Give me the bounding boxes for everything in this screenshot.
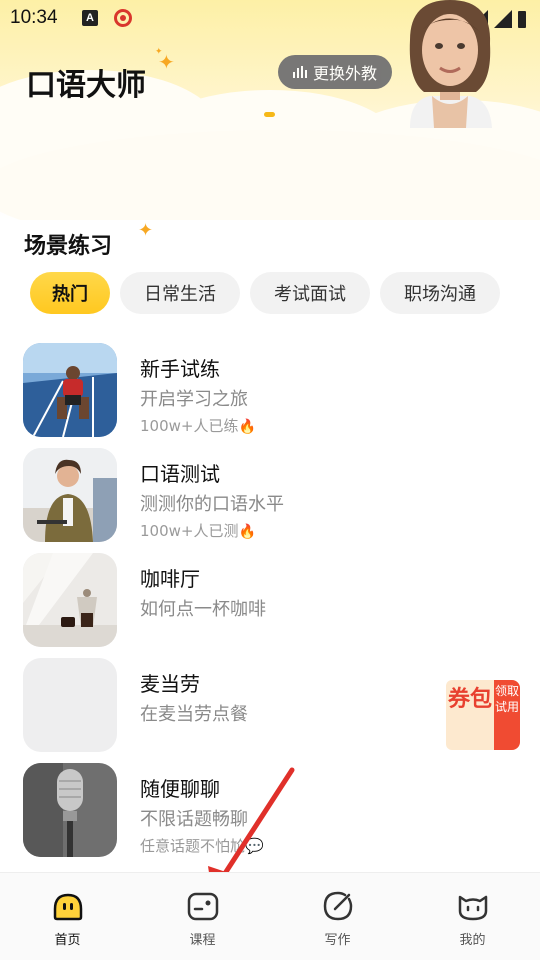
tab-workplace[interactable]: 职场沟通 bbox=[380, 272, 500, 314]
sparkle-icon: ✦ bbox=[138, 220, 154, 241]
chat-bubble-icon: 💬 bbox=[245, 837, 264, 855]
nav-home[interactable]: 首页 bbox=[0, 873, 135, 960]
switch-teacher-label: 更换外教 bbox=[312, 64, 377, 83]
nav-course-label: 课程 bbox=[189, 933, 216, 948]
tab-hot[interactable]: 热门 bbox=[30, 272, 110, 314]
scene-meta: 任意话题不怕尬💬 bbox=[140, 835, 264, 856]
status-time: 10:34 bbox=[10, 7, 58, 28]
scene-thumbnail bbox=[23, 658, 117, 752]
nav-course[interactable]: 课程 bbox=[135, 873, 270, 960]
scene-title: 麦当劳 bbox=[140, 672, 200, 696]
scene-thumbnail bbox=[23, 763, 117, 857]
scene-subtitle: 不限话题畅聊 bbox=[140, 809, 248, 830]
scene-title: 口语测试 bbox=[140, 462, 220, 486]
scene-title: 随便聊聊 bbox=[140, 777, 220, 801]
category-tabs: 热门 日常生活 考试面试 职场沟通 bbox=[30, 272, 517, 316]
list-item[interactable]: 随便聊聊 不限话题畅聊 任意话题不怕尬💬 bbox=[0, 763, 540, 859]
home-face-icon bbox=[53, 893, 82, 921]
bottom-nav: 首页 课程 写作 我的 bbox=[0, 872, 540, 960]
teacher-avatar[interactable] bbox=[370, 0, 530, 130]
scene-thumbnail bbox=[23, 448, 117, 542]
course-icon bbox=[187, 892, 218, 921]
flame-icon: 🔥 bbox=[238, 524, 256, 540]
audio-bars-icon bbox=[292, 66, 307, 78]
scene-thumbnail bbox=[23, 343, 117, 437]
flame-icon: 🔥 bbox=[238, 419, 256, 435]
scene-thumbnail bbox=[23, 553, 117, 647]
scene-meta-text: 100w+人已练 bbox=[140, 417, 239, 435]
cat-profile-icon bbox=[458, 895, 487, 921]
nav-home-label: 首页 bbox=[54, 933, 81, 948]
scene-meta-text: 任意话题不怕尬 bbox=[140, 837, 246, 855]
section-title: 场景练习 bbox=[24, 234, 113, 259]
scene-meta-text: 100w+人已测 bbox=[140, 522, 239, 540]
scene-title: 咖啡厅 bbox=[140, 567, 200, 591]
scene-subtitle: 开启学习之旅 bbox=[140, 389, 248, 410]
scene-subtitle: 测测你的口语水平 bbox=[140, 494, 284, 515]
writing-icon bbox=[323, 891, 352, 921]
coupon-badge[interactable]: 券包 领取试用 bbox=[446, 680, 522, 750]
scene-meta: 100w+人已练🔥 bbox=[140, 415, 256, 436]
list-item[interactable]: 咖啡厅 如何点一杯咖啡 bbox=[0, 553, 540, 649]
coupon-claim-label: 领取试用 bbox=[494, 680, 520, 750]
scene-subtitle: 如何点一杯咖啡 bbox=[140, 599, 266, 620]
record-icon bbox=[114, 9, 132, 27]
tab-daily-life[interactable]: 日常生活 bbox=[120, 272, 240, 314]
nav-mine-label: 我的 bbox=[459, 933, 486, 948]
coupon-label: 券包 bbox=[446, 680, 494, 750]
sparkle-icon: ✦ bbox=[155, 47, 163, 57]
tab-exam-interview[interactable]: 考试面试 bbox=[250, 272, 370, 314]
nav-writing-label: 写作 bbox=[324, 933, 351, 948]
scene-title: 新手试练 bbox=[140, 357, 220, 381]
accessibility-icon: A bbox=[82, 10, 98, 26]
list-item[interactable]: 口语测试 测测你的口语水平 100w+人已测🔥 bbox=[0, 448, 540, 544]
scene-meta: 100w+人已测🔥 bbox=[140, 520, 256, 541]
page-indicator bbox=[264, 112, 275, 117]
list-item[interactable]: 新手试练 开启学习之旅 100w+人已练🔥 bbox=[0, 343, 540, 439]
nav-writing[interactable]: 写作 bbox=[270, 873, 405, 960]
nav-mine[interactable]: 我的 bbox=[405, 873, 540, 960]
app-title: 口语大师 bbox=[26, 68, 146, 103]
scene-subtitle: 在麦当劳点餐 bbox=[140, 704, 248, 725]
